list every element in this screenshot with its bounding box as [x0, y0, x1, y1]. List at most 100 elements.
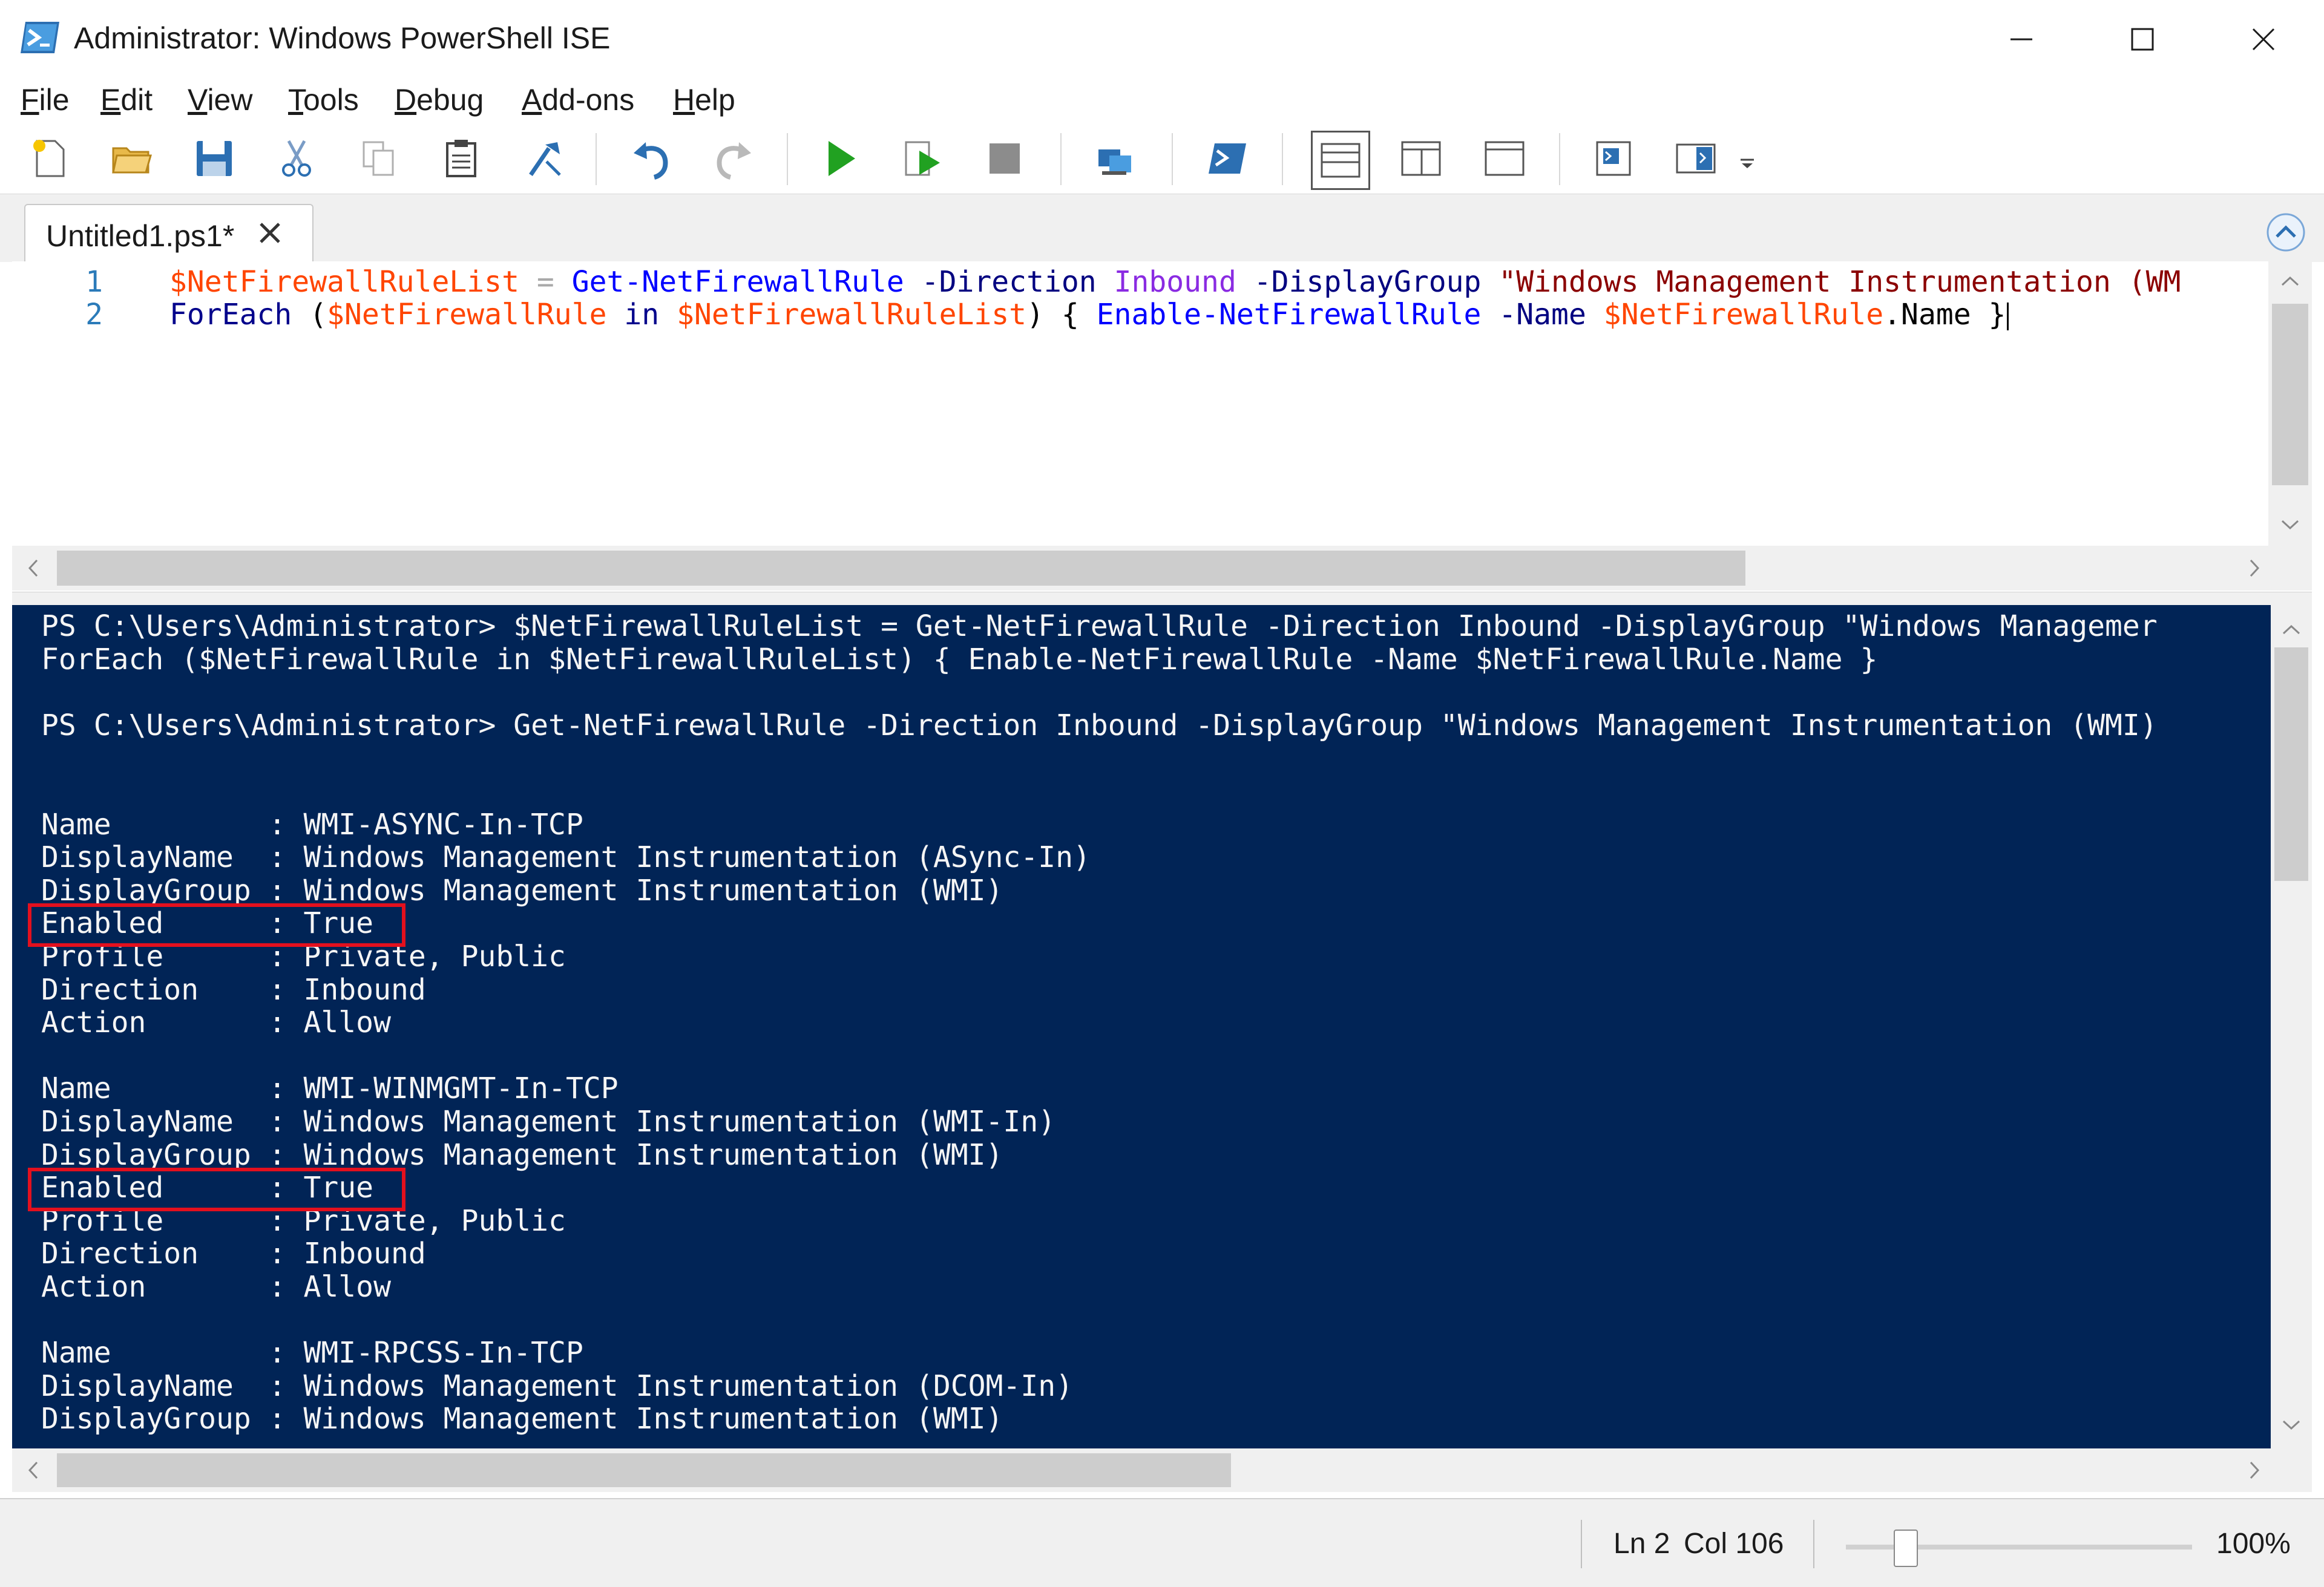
start-powershell-button[interactable]	[1202, 133, 1253, 184]
window-title: Administrator: Windows PowerShell ISE	[74, 21, 611, 55]
toolbar-separator	[596, 133, 597, 185]
cut-icon	[282, 140, 311, 177]
open-file-button[interactable]	[107, 133, 157, 184]
zoom-level: 100%	[2216, 1528, 2291, 1560]
chevron-down-icon	[2281, 520, 2299, 530]
code-token: =	[536, 265, 554, 299]
menu-addons[interactable]: Add-ons	[522, 82, 634, 117]
copy-icon	[363, 141, 394, 176]
toolbar-separator	[1282, 133, 1283, 185]
show-script-pane-top-button[interactable]	[1311, 131, 1370, 190]
console-line: Action : Allow	[41, 1270, 391, 1304]
chevron-down-icon	[1741, 159, 1754, 168]
cursor-column: Col 106	[1684, 1528, 1784, 1560]
text-cursor	[2007, 303, 2009, 330]
scroll-up-arrow[interactable]	[2276, 615, 2306, 645]
paste-icon	[446, 140, 476, 177]
scroll-down-arrow[interactable]	[2275, 509, 2305, 540]
code-token: .Name	[1883, 298, 1971, 332]
menu-edit[interactable]: Edit	[100, 82, 153, 117]
enabled-highlight-box	[28, 1168, 405, 1212]
code-token: Inbound	[1114, 265, 1236, 299]
tab-close-button[interactable]	[252, 215, 288, 251]
new-file-button[interactable]	[24, 133, 75, 184]
script-editor[interactable]: 1 $NetFirewallRuleList = Get-NetFirewallR…	[12, 261, 2312, 546]
toolbar-separator	[1060, 133, 1062, 185]
minimize-button[interactable]	[1961, 0, 2082, 79]
copy-button[interactable]	[353, 133, 404, 184]
console-vertical-scroll-thumb[interactable]	[2274, 647, 2308, 881]
status-separator	[1581, 1520, 1582, 1568]
redo-button[interactable]	[708, 133, 759, 184]
toolbar-overflow-button[interactable]	[1732, 133, 1762, 184]
show-command-addon-button[interactable]	[1670, 133, 1721, 184]
editor-vertical-scroll-thumb[interactable]	[2272, 304, 2308, 485]
menu-debug[interactable]: Debug	[395, 82, 484, 117]
code-token: (	[309, 298, 327, 332]
new-remote-tab-button[interactable]	[1089, 133, 1140, 184]
paste-button[interactable]	[436, 133, 487, 184]
console-line: Direction : Inbound	[41, 972, 426, 1007]
clear-console-button[interactable]	[518, 133, 569, 184]
pane-splitter[interactable]	[12, 592, 2312, 606]
scroll-right-arrow[interactable]	[2239, 553, 2270, 583]
run-selection-icon	[905, 141, 940, 176]
console-vertical-scrollbar[interactable]	[2271, 605, 2312, 1448]
console-line: PS C:\Users\Administrator> $NetFirewallR…	[41, 609, 2158, 643]
show-command-window-button[interactable]	[1588, 133, 1639, 184]
show-script-pane-right-button[interactable]	[1396, 133, 1446, 184]
menu-view[interactable]: View	[188, 82, 252, 117]
cut-button[interactable]	[271, 133, 322, 184]
layout-right-icon	[1401, 141, 1441, 176]
zoom-slider-thumb[interactable]	[1894, 1530, 1919, 1567]
editor-vertical-scrollbar[interactable]	[2268, 261, 2312, 546]
menu-tools[interactable]: Tools	[288, 82, 359, 117]
editor-horizontal-scroll-thumb[interactable]	[57, 551, 1745, 586]
maximize-button[interactable]	[2082, 0, 2203, 79]
title-bar: Administrator: Windows PowerShell ISE	[0, 0, 2324, 79]
scroll-down-arrow[interactable]	[2276, 1410, 2306, 1440]
editor-horizontal-scrollbar[interactable]	[12, 546, 2312, 591]
console-horizontal-scroll-thumb[interactable]	[57, 1453, 1231, 1487]
code-token: ForEach	[169, 298, 292, 332]
status-bar: Ln 2 Col 106 100%	[0, 1498, 2324, 1587]
show-script-pane-maximized-button[interactable]	[1479, 133, 1530, 184]
stop-button[interactable]	[979, 133, 1030, 184]
console-horizontal-scrollbar[interactable]	[12, 1448, 2312, 1492]
tab-label: Untitled1.ps1*	[46, 219, 235, 253]
command-window-icon	[1596, 141, 1631, 176]
scroll-up-arrow[interactable]	[2275, 266, 2305, 296]
menu-file[interactable]: File	[21, 82, 70, 117]
open-folder-icon	[112, 147, 152, 174]
tab-untitled1[interactable]: Untitled1.ps1*	[24, 204, 313, 264]
save-button[interactable]	[189, 133, 240, 184]
menu-help[interactable]: Help	[673, 82, 735, 117]
run-selection-button[interactable]	[897, 133, 948, 184]
close-button[interactable]	[2203, 0, 2324, 79]
chevron-down-icon	[2282, 1420, 2300, 1430]
collapse-script-pane-icon[interactable]	[2266, 212, 2306, 252]
code-token: $NetFirewallRule	[327, 298, 607, 332]
chevron-right-icon	[2250, 559, 2260, 577]
console-line: Name : WMI-ASYNC-In-TCP	[41, 807, 583, 842]
stop-icon	[990, 143, 1020, 174]
console-pane[interactable]: PS C:\Users\Administrator> $NetFirewallR…	[12, 605, 2271, 1448]
line-number: 2	[85, 298, 103, 332]
scroll-left-arrow[interactable]	[18, 553, 48, 583]
code-token: $NetFirewallRuleList	[169, 265, 519, 299]
scroll-right-arrow[interactable]	[2239, 1455, 2270, 1485]
chevron-up-icon	[2281, 276, 2299, 286]
run-script-button[interactable]	[815, 133, 865, 184]
undo-icon	[634, 142, 668, 180]
scroll-left-arrow[interactable]	[18, 1455, 48, 1485]
undo-button[interactable]	[626, 133, 677, 184]
code-line: 2 ForEach ($NetFirewallRule in $NetFirewa…	[12, 298, 2009, 332]
code-token: -Direction	[921, 265, 1097, 299]
toolbar	[0, 125, 2324, 194]
